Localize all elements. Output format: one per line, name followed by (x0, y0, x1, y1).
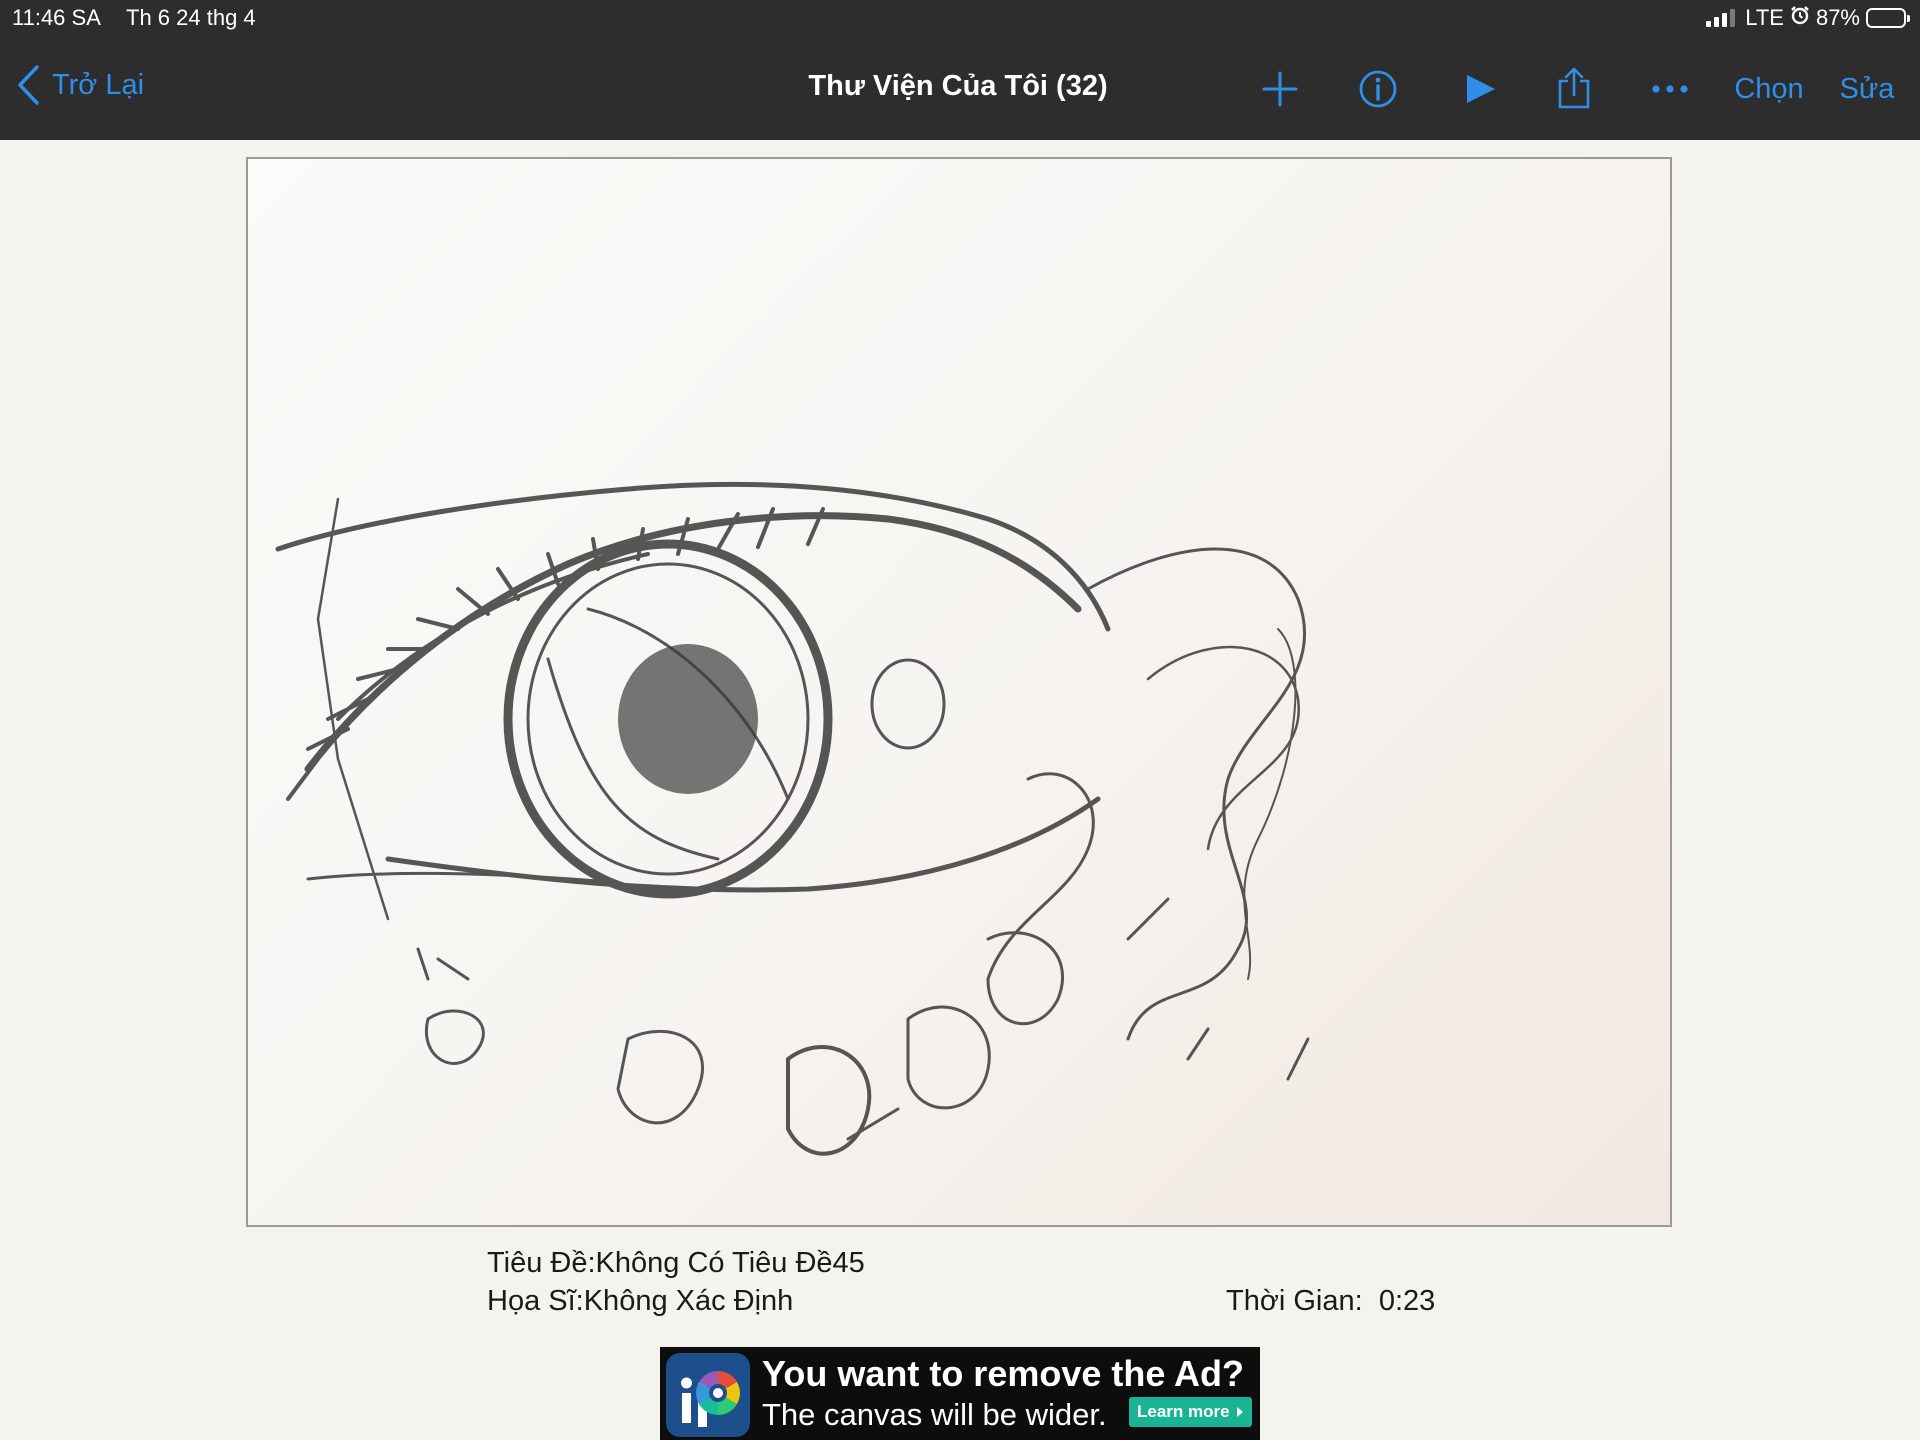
add-button[interactable] (1256, 62, 1304, 116)
page-title: Thư Viện Của Tôi (32) (0, 70, 1920, 103)
ad-subline: The canvas will be wider. (762, 1397, 1107, 1432)
chevron-left-icon (18, 65, 39, 105)
page-title-text: Thư Viện Của Tôi (32) (808, 70, 1108, 102)
top-bar: 11:46 SA Th 6 24 thg 4 LTE 87% Trở Lại T… (0, 0, 1920, 140)
artist-label: Họa Sĩ: (487, 1285, 584, 1317)
ad-headline: You want to remove the Ad? (762, 1353, 1245, 1394)
battery-icon (1866, 8, 1910, 28)
artwork-artist-line: Họa Sĩ:Không Xác Định (487, 1283, 793, 1319)
artist-value: Không Xác Định (583, 1285, 794, 1317)
title-value: Không Có Tiêu Đề45 (595, 1247, 865, 1279)
artwork-canvas[interactable] (246, 157, 1672, 1227)
more-icon (1652, 85, 1688, 93)
info-icon (1359, 70, 1397, 108)
play-icon (1467, 75, 1495, 103)
artwork-time-line: Thời Gian: 0:23 (1226, 1283, 1435, 1319)
status-time: 11:46 SA (12, 5, 101, 30)
artwork-title-line: Tiêu Đề:Không Có Tiêu Đề45 (487, 1245, 865, 1281)
alarm-icon (1790, 5, 1810, 31)
title-label: Tiêu Đề: (487, 1247, 596, 1279)
ad-banner[interactable]: You want to remove the Ad? The canvas wi… (660, 1347, 1260, 1440)
battery-percent: 87% (1815, 5, 1860, 30)
share-icon (1558, 67, 1590, 109)
edit-button[interactable]: Sửa (1838, 62, 1896, 116)
network-label: LTE (1745, 5, 1784, 30)
time-value: 0:23 (1378, 1285, 1436, 1317)
play-button[interactable] (1458, 62, 1502, 116)
back-label: Trở Lại (52, 68, 145, 101)
learn-more-button[interactable]: Learn more (1129, 1397, 1252, 1427)
app-logo-icon (666, 1353, 750, 1437)
info-button[interactable] (1356, 62, 1400, 116)
share-button[interactable] (1552, 62, 1596, 116)
time-label: Thời Gian: (1226, 1285, 1363, 1317)
plus-icon (1262, 71, 1298, 107)
status-indicators: LTE 87% (1706, 5, 1910, 31)
learn-more-label: Learn more (1137, 1402, 1230, 1421)
select-button[interactable]: Chọn (1730, 62, 1808, 116)
status-date: Th 6 24 thg 4 (126, 5, 256, 30)
more-button[interactable] (1648, 62, 1692, 116)
signal-icon (1706, 9, 1736, 27)
caret-right-icon (1236, 1407, 1243, 1417)
back-button[interactable]: Trở Lại (16, 64, 144, 106)
pencil-eye-sketch (275, 481, 1310, 1156)
